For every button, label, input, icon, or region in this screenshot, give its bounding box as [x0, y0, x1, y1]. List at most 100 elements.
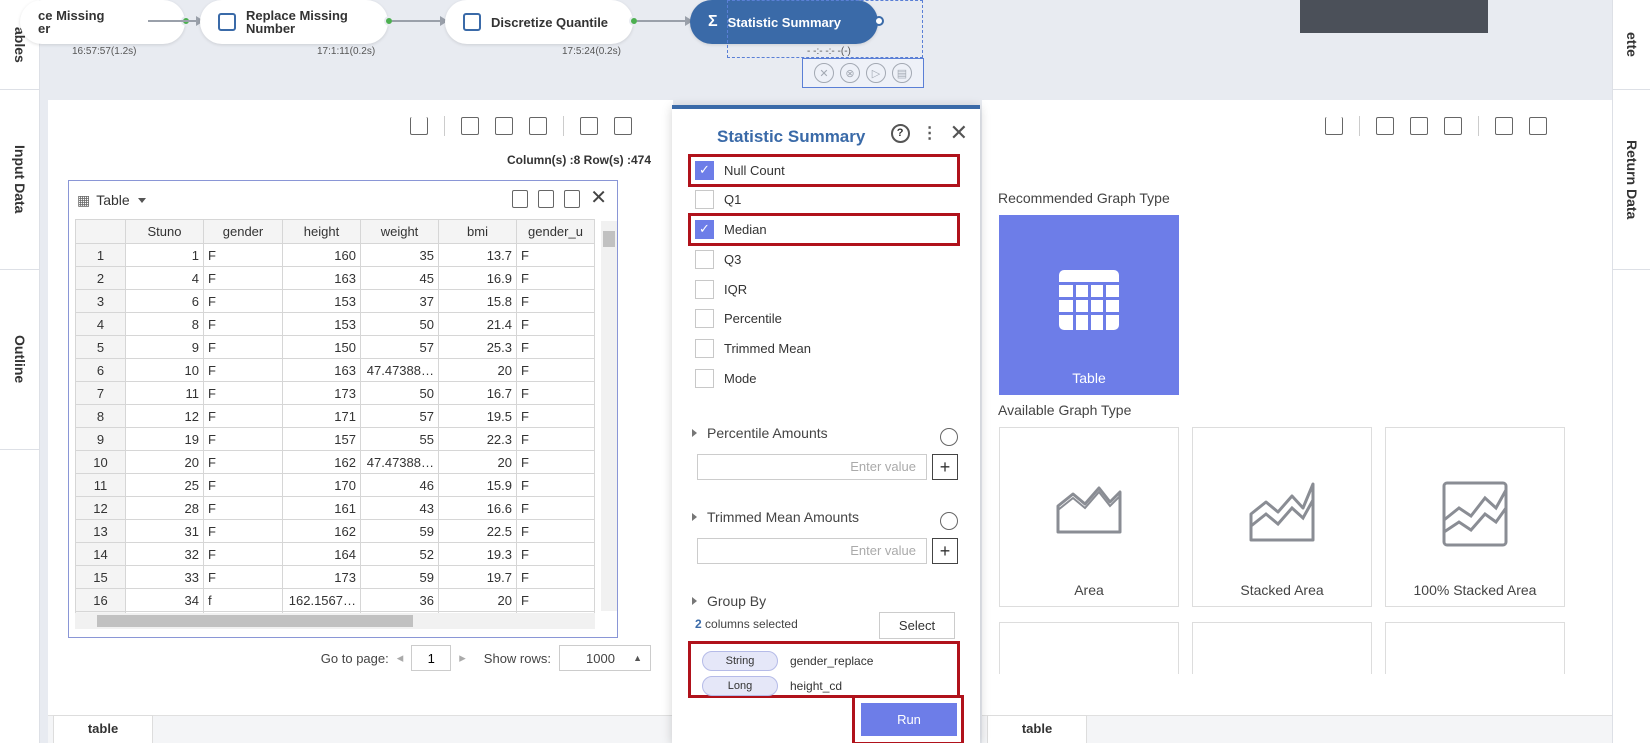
expand-icon[interactable]	[1495, 117, 1513, 135]
select-columns-button[interactable]: Select	[879, 612, 955, 639]
row-index[interactable]: 1	[75, 243, 126, 267]
table-cell[interactable]: F	[203, 312, 283, 336]
graph-type-area[interactable]: Area	[999, 427, 1179, 607]
table-cell[interactable]: 16.7	[438, 381, 517, 405]
table-cell[interactable]: 12	[125, 404, 204, 428]
table-cell[interactable]: F	[203, 496, 283, 520]
table-cell[interactable]: F	[516, 358, 595, 382]
row-index[interactable]: 3	[75, 289, 126, 313]
table-row[interactable]: 6 10 F 163 47.47388… 20 F	[75, 358, 595, 382]
table-cell[interactable]: 46	[360, 473, 439, 497]
table-cell[interactable]: F	[203, 358, 283, 382]
table-cell[interactable]: 157	[282, 427, 361, 451]
close-icon[interactable]: ✕	[950, 122, 968, 144]
download-icon[interactable]	[1325, 117, 1343, 135]
option-percentile[interactable]: Percentile	[695, 304, 782, 332]
column-header[interactable]: height	[282, 219, 361, 244]
table-cell[interactable]: F	[516, 588, 595, 612]
table-cell[interactable]: 50	[360, 381, 439, 405]
table-cell[interactable]: 21.4	[438, 312, 517, 336]
graph-type-100-stacked-area[interactable]: 100% Stacked Area	[1385, 427, 1565, 607]
table-row[interactable]: 3 6 F 153 37 15.8 F	[75, 289, 595, 313]
table-cell[interactable]: F	[203, 427, 283, 451]
column-header[interactable]: weight	[360, 219, 439, 244]
table-cell[interactable]: 150	[282, 335, 361, 359]
row-index[interactable]: 16	[75, 588, 126, 612]
table-cell[interactable]: 31	[125, 519, 204, 543]
table-cell[interactable]: 55	[360, 427, 439, 451]
graph-type-table[interactable]: Table	[999, 215, 1179, 395]
help-icon[interactable]: ?	[890, 123, 910, 143]
table-cell[interactable]: 6	[125, 289, 204, 313]
group-by-column[interactable]: String gender_replace	[702, 651, 873, 671]
minimap[interactable]	[1300, 0, 1488, 33]
table-cell[interactable]: 171	[282, 404, 361, 428]
table-cell[interactable]: 13.7	[438, 243, 517, 267]
column-header[interactable]: Stuno	[125, 219, 204, 244]
table-cell[interactable]: F	[516, 565, 595, 589]
table-cell[interactable]: 20	[438, 588, 517, 612]
table-cell[interactable]: F	[516, 404, 595, 428]
table-cell[interactable]: 16.6	[438, 496, 517, 520]
table-cell[interactable]: 4	[125, 266, 204, 290]
split-horizontal-icon[interactable]	[495, 117, 513, 135]
table-cell[interactable]: F	[203, 335, 283, 359]
table-cell[interactable]: 170	[282, 473, 361, 497]
table-row[interactable]: 9 19 F 157 55 22.3 F	[75, 427, 595, 451]
table-row[interactable]: 4 8 F 153 50 21.4 F	[75, 312, 595, 336]
new-document-icon[interactable]	[512, 190, 529, 208]
table-cell[interactable]: 160	[282, 243, 361, 267]
table-cell[interactable]: F	[516, 519, 595, 543]
table-cell[interactable]: F	[203, 381, 283, 405]
table-cell[interactable]: 15.9	[438, 473, 517, 497]
chart-type-select[interactable]: Table	[96, 192, 129, 208]
table-cell[interactable]: 153	[282, 289, 361, 313]
row-index[interactable]: 4	[75, 312, 126, 336]
table-cell[interactable]: 22.5	[438, 519, 517, 543]
vertical-scrollbar[interactable]	[601, 221, 617, 611]
option-null-count[interactable]: ✓ Null Count	[695, 156, 785, 184]
table-cell[interactable]: F	[203, 289, 283, 313]
table-cell[interactable]: 47.47388…	[360, 358, 439, 382]
copy-icon[interactable]	[564, 190, 581, 208]
table-row[interactable]: 10 20 F 162 47.47388… 20 F	[75, 450, 595, 474]
table-cell[interactable]: 19.5	[438, 404, 517, 428]
row-index[interactable]: 13	[75, 519, 126, 543]
table-cell[interactable]: 37	[360, 289, 439, 313]
table-settings-icon[interactable]	[538, 190, 555, 208]
next-page-icon[interactable]: ▸	[459, 650, 466, 666]
node-discretize-quantile[interactable]: Discretize Quantile	[445, 0, 639, 44]
prev-page-icon[interactable]: ◂	[397, 650, 404, 666]
checkbox-checked[interactable]: ✓	[695, 160, 714, 180]
table-cell[interactable]: 19.7	[438, 565, 517, 589]
table-cell[interactable]: F	[516, 289, 595, 313]
node-replace-missing-number[interactable]: Replace Missing Number	[200, 0, 394, 44]
table-cell[interactable]: 163	[282, 358, 361, 382]
table-row[interactable]: 15 33 F 173 59 19.7 F	[75, 565, 595, 589]
column-header[interactable]: bmi	[438, 219, 517, 244]
table-cell[interactable]: 20	[438, 450, 517, 474]
table-cell[interactable]: 161	[282, 496, 361, 520]
table-cell[interactable]: 50	[360, 312, 439, 336]
run-button[interactable]: Run	[861, 703, 957, 736]
table-cell[interactable]: F	[203, 404, 283, 428]
open-external-icon[interactable]	[614, 117, 632, 135]
tab-return-data[interactable]: Return Data	[1613, 90, 1650, 270]
checkbox[interactable]	[695, 308, 714, 328]
stepper-icon[interactable]: ▲	[633, 653, 642, 663]
table-cell[interactable]: 15.8	[438, 289, 517, 313]
table-cell[interactable]: 9	[125, 335, 204, 359]
rows-per-page-select[interactable]: 1000 ▲	[559, 645, 651, 671]
table-cell[interactable]: 57	[360, 404, 439, 428]
split-vertical-icon[interactable]	[1376, 117, 1394, 135]
split-horizontal-icon[interactable]	[1410, 117, 1428, 135]
table-cell[interactable]: F	[516, 473, 595, 497]
node-replace-missing-char[interactable]: ce Missing er	[20, 0, 191, 44]
add-trimmed-mean-button[interactable]: +	[932, 538, 958, 564]
clipboard-node-icon[interactable]: ▤	[892, 63, 912, 83]
table-cell[interactable]: 164	[282, 542, 361, 566]
row-index[interactable]: 12	[75, 496, 126, 520]
connect-node-icon[interactable]: ⊗	[840, 63, 860, 83]
table-cell[interactable]: F	[203, 450, 283, 474]
table-row[interactable]: 11 25 F 170 46 15.9 F	[75, 473, 595, 497]
